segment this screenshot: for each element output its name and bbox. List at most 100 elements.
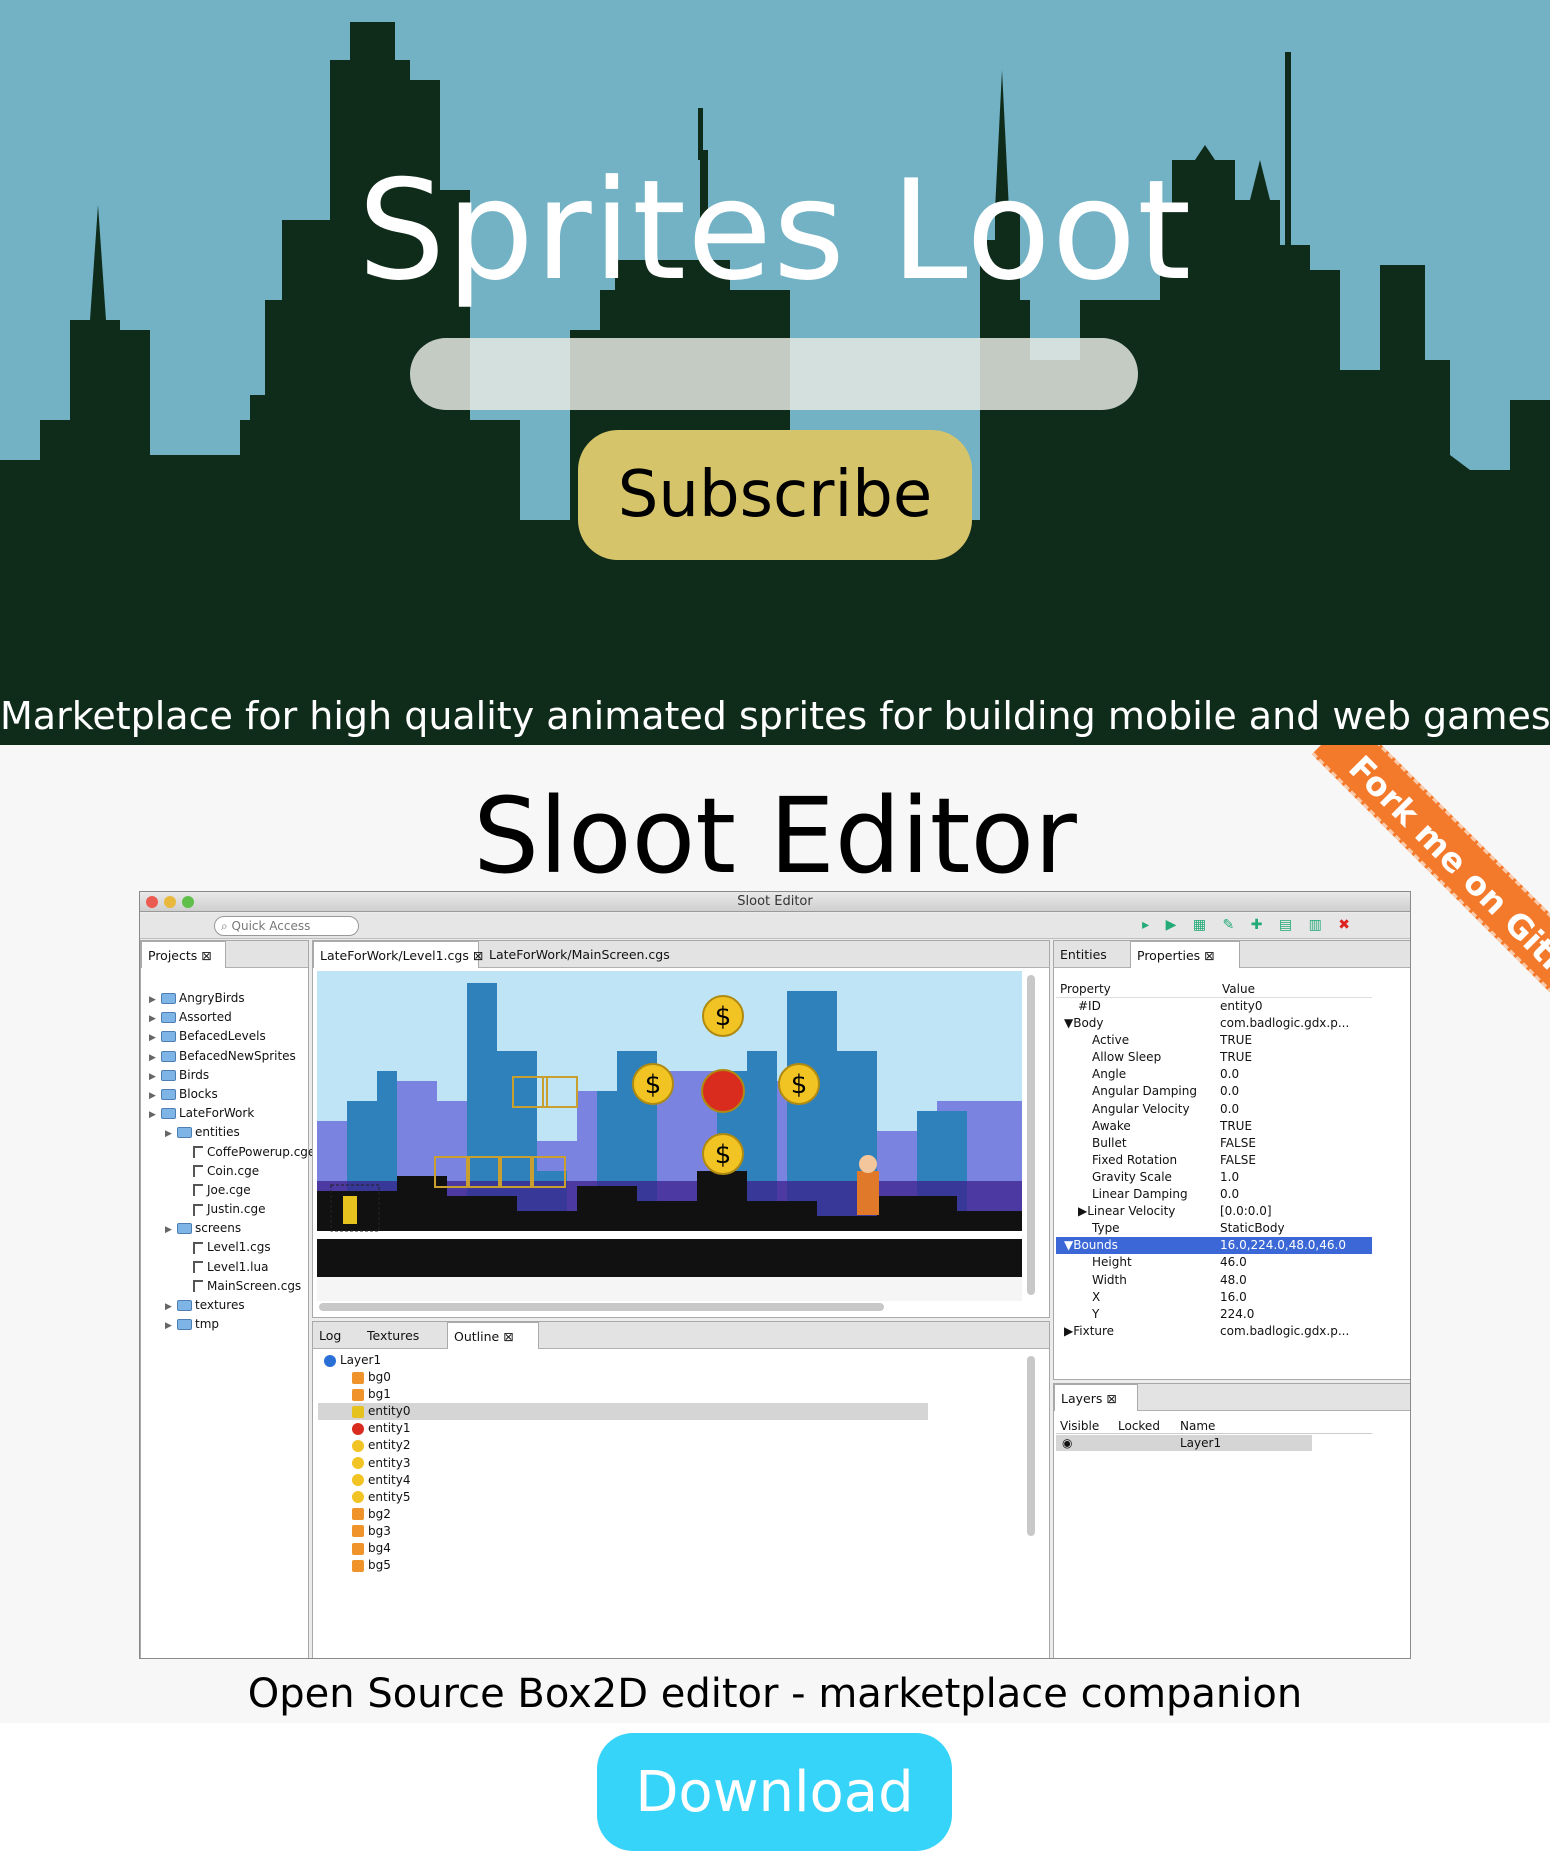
close-window-icon (146, 896, 158, 908)
outline-item[interactable]: bg5 (318, 1557, 928, 1574)
project-tree: ▶ AngryBirds ▶ Assorted ▶ BefacedLevels ▶ Befac… (149, 989, 315, 1334)
property-row[interactable]: Height 46.0 (1056, 1254, 1372, 1271)
file-icon (193, 1280, 203, 1293)
property-row[interactable]: ▼Body com.badlogic.gdx.p... (1056, 1015, 1372, 1032)
tab-textures[interactable]: Textures (361, 1322, 445, 1349)
project-tree-label: BefacedNewSprites (179, 1048, 296, 1063)
project-tree-item[interactable]: ▶ Blocks (149, 1085, 315, 1104)
outline-item[interactable]: entity3 (318, 1455, 928, 1472)
canvas-vertical-scrollbar[interactable] (1027, 975, 1035, 1295)
projects-panel: Projects ⊠ ▶ AngryBirds ▶ Assorted ▶ BefacedL… (140, 940, 315, 1658)
eye-icon[interactable]: ◉ (1062, 1435, 1072, 1451)
file-icon (193, 1241, 203, 1254)
property-key: Angular Velocity (1092, 1101, 1190, 1116)
property-key: Gravity Scale (1092, 1169, 1172, 1184)
property-row[interactable]: ▶Fixture com.badlogic.gdx.p... (1056, 1323, 1372, 1340)
property-key: X (1092, 1289, 1101, 1304)
project-tree-item[interactable]: Coin.cge (149, 1162, 315, 1181)
outline-item[interactable]: bg1 (318, 1386, 928, 1403)
outline-item[interactable]: Layer1 (318, 1352, 928, 1369)
svg-text:$: $ (645, 1070, 662, 1100)
property-row[interactable]: Fixed Rotation FALSE (1056, 1152, 1372, 1169)
project-tree-label: Blocks (179, 1086, 218, 1101)
property-row[interactable]: Awake TRUE (1056, 1118, 1372, 1135)
project-tree-label: entities (195, 1125, 240, 1140)
property-row[interactable]: Linear Damping 0.0 (1056, 1186, 1372, 1203)
property-row[interactable]: Type StaticBody (1056, 1220, 1372, 1237)
property-row[interactable]: Angle 0.0 (1056, 1066, 1372, 1083)
project-tree-item[interactable]: MainScreen.cgs (149, 1277, 315, 1296)
tab-projects[interactable]: Projects ⊠ (141, 941, 226, 968)
level-canvas[interactable]: $ $ $ $ (317, 971, 1022, 1301)
property-row[interactable]: Y 224.0 (1056, 1306, 1372, 1323)
property-row[interactable]: #ID entity0 (1056, 998, 1372, 1015)
property-row[interactable]: Gravity Scale 1.0 (1056, 1169, 1372, 1186)
outline-item[interactable]: entity1 (318, 1420, 928, 1437)
tab-outline-label: Outline (454, 1329, 500, 1344)
download-button[interactable]: Download (597, 1733, 952, 1851)
tab-properties[interactable]: Properties ⊠ (1130, 941, 1240, 968)
project-tree-item[interactable]: ▶ Assorted (149, 1008, 315, 1027)
project-tree-item[interactable]: ▶ Birds (149, 1066, 315, 1085)
hero-section: Sprites Loot Subscribe Marketplace for h… (0, 0, 1550, 745)
property-key: Allow Sleep (1092, 1050, 1162, 1065)
property-row[interactable]: ▶Linear Velocity [0.0:0.0] (1056, 1203, 1372, 1220)
outline-item[interactable]: bg4 (318, 1540, 928, 1557)
project-tree-item[interactable]: Joe.cge (149, 1181, 315, 1200)
outline-item[interactable]: entity0 (318, 1403, 928, 1421)
project-tree-item[interactable]: ▶ textures (149, 1296, 315, 1315)
subscribe-button[interactable]: Subscribe (578, 430, 972, 560)
project-tree-item[interactable]: ▶ tmp (149, 1315, 315, 1334)
outline-item[interactable]: bg2 (318, 1506, 928, 1523)
runner-icon (352, 1405, 364, 1418)
property-row[interactable]: Bullet FALSE (1056, 1135, 1372, 1152)
outline-tree: Layer1 bg0 bg1 entity0 entity1 entity2 entity3… (318, 1352, 928, 1574)
project-tree-item[interactable]: ▶ AngryBirds (149, 989, 315, 1008)
expand-arrow-icon: ▶ (149, 1110, 156, 1121)
project-tree-item[interactable]: ▶ entities (149, 1123, 315, 1142)
property-row[interactable]: Active TRUE (1056, 1032, 1372, 1049)
tab-log[interactable]: Log (313, 1322, 359, 1349)
email-input[interactable] (410, 338, 1138, 410)
layer-row[interactable]: ◉ Layer1 (1056, 1435, 1312, 1451)
tab-entities[interactable]: Entities (1054, 941, 1126, 968)
project-tree-label: CoffePowerup.cge (207, 1144, 316, 1159)
project-tree-item[interactable]: Level1.lua (149, 1258, 315, 1277)
outline-item[interactable]: bg0 (318, 1369, 928, 1386)
outline-item[interactable]: bg3 (318, 1523, 928, 1540)
outline-item[interactable]: entity4 (318, 1472, 928, 1489)
project-tree-item[interactable]: ▶ LateForWork (149, 1104, 315, 1123)
project-tree-item[interactable]: ▶ screens (149, 1219, 315, 1238)
property-row[interactable]: Allow Sleep TRUE (1056, 1049, 1372, 1066)
project-tree-item[interactable]: ▶ BefacedLevels (149, 1027, 315, 1046)
canvas-horizontal-scrollbar[interactable] (319, 1303, 884, 1311)
tab-mainscreen[interactable]: LateForWork/MainScreen.cgs (483, 941, 673, 968)
outline-item[interactable]: entity2 (318, 1437, 928, 1454)
properties-tabbar: Entities Properties ⊠ (1054, 941, 1410, 968)
tab-outline[interactable]: Outline ⊠ (447, 1322, 539, 1349)
property-row[interactable]: X 16.0 (1056, 1289, 1372, 1306)
outline-vertical-scrollbar[interactable] (1027, 1356, 1035, 1536)
property-value: TRUE (1220, 1118, 1253, 1133)
tab-layers[interactable]: Layers ⊠ (1054, 1384, 1138, 1411)
outline-item[interactable]: entity5 (318, 1489, 928, 1506)
project-tree-item[interactable]: CoffePowerup.cge (149, 1143, 315, 1162)
property-row[interactable]: ▼Bounds 16.0,224.0,48.0,46.0 (1056, 1237, 1372, 1255)
tab-log-label: Log (319, 1328, 342, 1343)
property-value: 224.0 (1220, 1306, 1255, 1321)
project-tree-label: textures (195, 1298, 245, 1312)
property-row[interactable]: Angular Damping 0.0 (1056, 1083, 1372, 1100)
project-tree-item[interactable]: ▶ BefacedNewSprites (149, 1047, 315, 1066)
tab-level1[interactable]: LateForWork/Level1.cgs ⊠ (313, 941, 483, 968)
project-tree-item[interactable]: Level1.cgs (149, 1238, 315, 1257)
project-tree-item[interactable]: Justin.cge (149, 1200, 315, 1219)
property-key: ▶Fixture (1064, 1323, 1115, 1338)
property-row[interactable]: Width 48.0 (1056, 1272, 1372, 1289)
tab-projects-label: Projects (148, 948, 198, 963)
property-row[interactable]: Angular Velocity 0.0 (1056, 1101, 1372, 1118)
property-value: 0.0 (1220, 1187, 1240, 1202)
project-tree-label: AngryBirds (179, 991, 245, 1005)
coin-icon (352, 1491, 364, 1504)
property-column-header: Property (1060, 982, 1111, 996)
minimize-window-icon (164, 896, 176, 908)
